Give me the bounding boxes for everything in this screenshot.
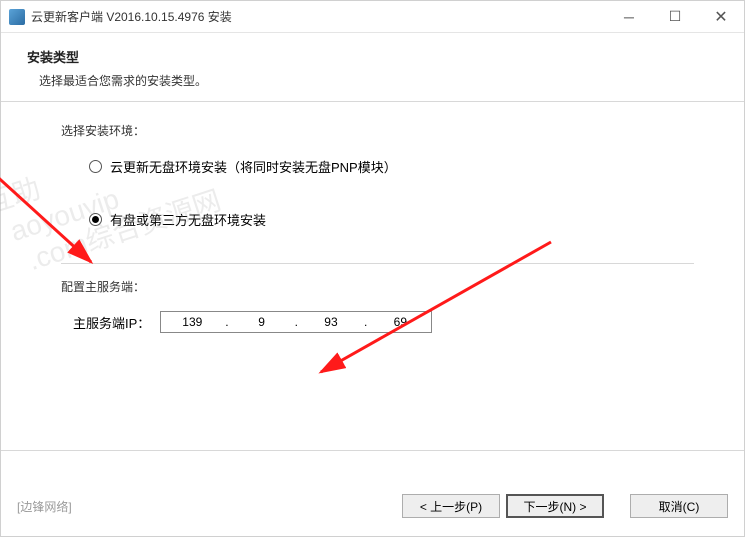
radio-icon bbox=[89, 160, 102, 173]
env-option-disk-or-thirdparty[interactable]: 有盘或第三方无盘环境安装 bbox=[89, 210, 694, 229]
window-title: 云更新客户端 V2016.10.15.4976 安装 bbox=[31, 8, 606, 25]
ip-octet-1[interactable]: 139 bbox=[161, 315, 223, 329]
app-icon bbox=[9, 9, 25, 25]
wizard-header: 安装类型 选择最适合您需求的安装类型。 bbox=[1, 33, 744, 101]
divider bbox=[61, 263, 694, 264]
server-ip-input[interactable]: 139 . 9 . 93 . 69 bbox=[160, 311, 432, 333]
radio-label: 有盘或第三方无盘环境安装 bbox=[110, 210, 266, 229]
close-button[interactable]: ✕ bbox=[698, 1, 744, 33]
maximize-button[interactable]: ☐ bbox=[652, 1, 698, 33]
ip-octet-4[interactable]: 69 bbox=[369, 315, 431, 329]
cancel-button[interactable]: 取消(C) bbox=[630, 494, 728, 518]
page-subtitle: 选择最适合您需求的安装类型。 bbox=[27, 72, 718, 89]
server-ip-label: 主服务端IP： bbox=[73, 313, 150, 332]
page-title: 安装类型 bbox=[27, 47, 718, 66]
ip-dot-icon: . bbox=[293, 315, 300, 329]
titlebar: 云更新客户端 V2016.10.15.4976 安装 ─ ☐ ✕ bbox=[1, 1, 744, 33]
radio-label: 云更新无盘环境安装（将同时安装无盘PNP模块） bbox=[110, 157, 397, 176]
next-button[interactable]: 下一步(N) > bbox=[506, 494, 604, 518]
button-row: < 上一步(P) 下一步(N) > 取消(C) bbox=[402, 494, 728, 518]
radio-icon bbox=[89, 213, 102, 226]
ip-octet-3[interactable]: 93 bbox=[300, 315, 362, 329]
content-area: 互助 aoyouvip .com综合资源网 选择安装环境： 云更新无盘环境安装（… bbox=[1, 101, 744, 451]
ip-octet-2[interactable]: 9 bbox=[231, 315, 293, 329]
minimize-button[interactable]: ─ bbox=[606, 1, 652, 33]
back-button[interactable]: < 上一步(P) bbox=[402, 494, 500, 518]
ip-dot-icon: . bbox=[223, 315, 230, 329]
env-radio-group: 云更新无盘环境安装（将同时安装无盘PNP模块） 有盘或第三方无盘环境安装 bbox=[61, 157, 694, 229]
server-section-label: 配置主服务端： bbox=[61, 278, 694, 295]
wizard-footer: [边锋网络] < 上一步(P) 下一步(N) > 取消(C) bbox=[1, 476, 744, 536]
installer-window: 云更新客户端 V2016.10.15.4976 安装 ─ ☐ ✕ 安装类型 选择… bbox=[0, 0, 745, 537]
ip-dot-icon: . bbox=[362, 315, 369, 329]
vendor-label: [边锋网络] bbox=[17, 498, 402, 515]
window-controls: ─ ☐ ✕ bbox=[606, 1, 744, 33]
env-option-diskless[interactable]: 云更新无盘环境安装（将同时安装无盘PNP模块） bbox=[89, 157, 694, 176]
server-ip-row: 主服务端IP： 139 . 9 . 93 . 69 bbox=[61, 311, 694, 333]
env-section-label: 选择安装环境： bbox=[61, 122, 694, 139]
